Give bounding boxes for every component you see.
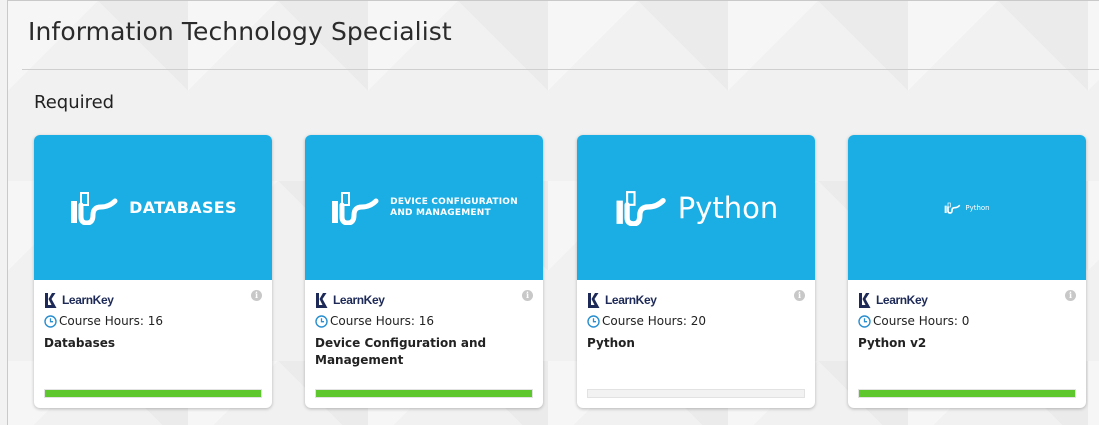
banner-text: DEVICE CONFIGURATION AND MANAGEMENT — [390, 197, 518, 219]
banner-text: DATABASES — [129, 198, 237, 217]
course-card-databases[interactable]: DATABASES i LearnKey Course Hours: 16 Da… — [34, 135, 272, 408]
course-hours-label: Course Hours: 20 — [602, 314, 706, 328]
course-hours-label: Course Hours: 0 — [873, 314, 970, 328]
provider-brand: LearnKey — [587, 292, 805, 308]
provider-brand: LearnKey — [858, 292, 1076, 308]
banner-text: Python — [965, 203, 990, 212]
learnkey-logo-icon — [859, 292, 871, 308]
clock-icon — [587, 314, 600, 328]
course-progress-bar — [587, 389, 805, 398]
course-banner[interactable]: Python — [577, 135, 815, 280]
course-hours-label: Course Hours: 16 — [59, 314, 163, 328]
provider-name: LearnKey — [333, 293, 385, 307]
course-progress-bar — [44, 389, 262, 398]
course-title[interactable]: Databases — [44, 335, 262, 352]
course-banner[interactable]: DATABASES — [34, 135, 272, 280]
course-hours: Course Hours: 16 — [315, 314, 533, 328]
info-icon[interactable]: i — [1065, 290, 1076, 301]
it-logo-icon — [332, 191, 379, 225]
title-divider — [22, 69, 1099, 70]
page-title: Information Technology Specialist — [28, 17, 452, 46]
info-icon[interactable]: i — [794, 290, 805, 301]
course-card-python-v2[interactable]: Python i LearnKey Course Hours: 0 Python… — [848, 135, 1086, 408]
learnkey-logo-icon — [588, 292, 600, 308]
it-logo-icon — [945, 202, 961, 214]
provider-name: LearnKey — [62, 293, 114, 307]
provider-name: LearnKey — [605, 293, 657, 307]
course-banner[interactable]: DEVICE CONFIGURATION AND MANAGEMENT — [305, 135, 543, 280]
info-icon[interactable]: i — [522, 290, 533, 301]
progress-fill — [859, 390, 1075, 397]
course-progress-bar — [858, 389, 1076, 398]
course-hours: Course Hours: 0 — [858, 314, 1076, 328]
banner-text-line1: DEVICE CONFIGURATION — [390, 196, 518, 207]
course-card-python[interactable]: Python i LearnKey Course Hours: 20 Pytho… — [577, 135, 815, 408]
course-title[interactable]: Python v2 — [858, 335, 1076, 352]
clock-icon — [858, 314, 871, 328]
it-logo-icon — [616, 190, 666, 226]
progress-fill — [316, 390, 532, 397]
course-banner[interactable]: Python — [848, 135, 1086, 280]
course-card-device-configuration[interactable]: DEVICE CONFIGURATION AND MANAGEMENT i Le… — [305, 135, 543, 408]
learnkey-logo-icon — [45, 292, 57, 308]
banner-text: Python — [677, 190, 779, 225]
course-title[interactable]: Python — [587, 335, 805, 352]
course-hours: Course Hours: 20 — [587, 314, 805, 328]
clock-icon — [315, 314, 328, 328]
course-hours: Course Hours: 16 — [44, 314, 262, 328]
provider-name: LearnKey — [876, 293, 928, 307]
provider-brand: LearnKey — [315, 292, 533, 308]
banner-text-line2: AND MANAGEMENT — [390, 207, 491, 218]
it-logo-icon — [71, 191, 118, 225]
course-hours-label: Course Hours: 16 — [330, 314, 434, 328]
learnkey-logo-icon — [316, 292, 328, 308]
section-label-required: Required — [34, 92, 115, 113]
clock-icon — [44, 314, 57, 328]
info-icon[interactable]: i — [251, 290, 262, 301]
course-title[interactable]: Device Configuration and Management — [315, 335, 505, 369]
course-progress-bar — [315, 389, 533, 398]
progress-fill — [45, 390, 261, 397]
provider-brand: LearnKey — [44, 292, 262, 308]
